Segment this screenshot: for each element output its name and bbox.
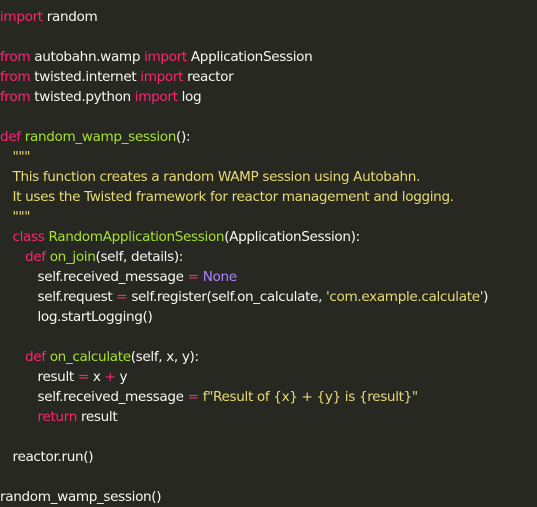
keyword-token: import xyxy=(134,89,178,105)
code-line[interactable]: reactor.run() xyxy=(13,447,94,467)
function-name-token: RandomApplicationSession xyxy=(48,229,225,245)
identifier-token: random xyxy=(42,9,98,25)
code-line[interactable]: return result xyxy=(38,407,118,427)
identifier-token: (self, details): xyxy=(95,249,184,265)
identifier-token: (ApplicationSession): xyxy=(224,229,360,245)
string-token: This function creates a random WAMP sess… xyxy=(12,169,421,185)
identifier-token: result xyxy=(76,409,118,425)
code-line[interactable]: from autobahn.wamp import ApplicationSes… xyxy=(0,47,313,67)
string-token: """ xyxy=(12,209,31,225)
identifier-token: result xyxy=(37,369,78,385)
string-token: """ xyxy=(12,149,31,165)
code-line[interactable]: self.received_message = f"Result of {x} … xyxy=(37,387,419,407)
identifier-token: reactor xyxy=(183,69,234,85)
keyword-token: import xyxy=(140,69,184,85)
constant-token: None xyxy=(202,269,237,285)
code-line[interactable]: class RandomApplicationSession(Applicati… xyxy=(12,227,361,247)
keyword-token: + xyxy=(104,369,116,385)
code-line[interactable]: def on_join(self, details): xyxy=(25,247,183,267)
code-line[interactable]: import random xyxy=(0,7,98,27)
identifier-token: self.received_message xyxy=(37,389,188,405)
identifier-token: (self, x, y): xyxy=(130,349,199,365)
keyword-token: = xyxy=(187,269,199,285)
keyword-token: import xyxy=(0,9,43,25)
code-line[interactable]: """ xyxy=(13,207,31,227)
identifier-token: log xyxy=(177,89,202,105)
keyword-token: = xyxy=(187,389,199,405)
identifier-token: random_wamp_session() xyxy=(0,489,162,505)
keyword-token: from xyxy=(0,89,31,105)
identifier-token: x xyxy=(88,369,105,385)
code-line[interactable]: from twisted.internet import reactor xyxy=(0,67,234,87)
keyword-token: = xyxy=(77,369,89,385)
identifier-token: y xyxy=(115,369,128,385)
identifier-token: twisted.internet xyxy=(30,69,141,85)
identifier-token: self.request xyxy=(37,289,117,305)
identifier-token: ) xyxy=(483,289,489,305)
keyword-token: return xyxy=(37,409,78,425)
keyword-token: from xyxy=(0,49,31,65)
function-name-token: random_wamp_session xyxy=(24,129,177,145)
function-name-token: on_join xyxy=(49,249,96,265)
code-line[interactable]: result = x + y xyxy=(38,367,128,387)
identifier-token: log.startLogging() xyxy=(37,309,153,325)
identifier-token: twisted.python xyxy=(30,89,135,105)
code-line[interactable]: This function creates a random WAMP sess… xyxy=(13,167,421,187)
code-line[interactable]: def random_wamp_session(): xyxy=(0,127,191,147)
code-line[interactable]: from twisted.python import log xyxy=(0,87,202,107)
code-line[interactable]: """ xyxy=(13,147,31,167)
keyword-token: def xyxy=(0,129,21,145)
string-token: 'com.example.calculate' xyxy=(326,289,484,305)
identifier-token: self.received_message xyxy=(37,269,188,285)
keyword-token: def xyxy=(25,249,46,265)
code-line[interactable]: It uses the Twisted framework for reacto… xyxy=(12,187,455,207)
code-editor[interactable]: import random from autobahn.wamp import A… xyxy=(0,0,537,505)
identifier-token: self.register(self.on_calculate, xyxy=(127,289,327,305)
identifier-token: (): xyxy=(176,129,191,145)
function-name-token: on_calculate xyxy=(49,349,131,365)
keyword-token: from xyxy=(0,69,31,85)
code-line[interactable]: log.startLogging() xyxy=(38,307,153,327)
identifier-token: reactor.run() xyxy=(12,449,94,465)
string-token: It uses the Twisted framework for reacto… xyxy=(12,189,455,205)
keyword-token: def xyxy=(25,349,46,365)
code-line[interactable]: random_wamp_session() xyxy=(0,487,162,507)
keyword-token: = xyxy=(116,289,128,305)
identifier-token: autobahn.wamp xyxy=(30,49,145,65)
keyword-token: import xyxy=(144,49,187,65)
identifier-token: ApplicationSession xyxy=(186,49,313,65)
code-line[interactable]: self.request = self.register(self.on_cal… xyxy=(38,287,489,307)
code-line[interactable]: self.received_message = None xyxy=(37,267,238,287)
code-line[interactable]: def on_calculate(self, x, y): xyxy=(25,347,199,367)
string-token: f"Result of {x} + {y} is {result}" xyxy=(202,389,418,405)
keyword-token: class xyxy=(12,229,45,245)
